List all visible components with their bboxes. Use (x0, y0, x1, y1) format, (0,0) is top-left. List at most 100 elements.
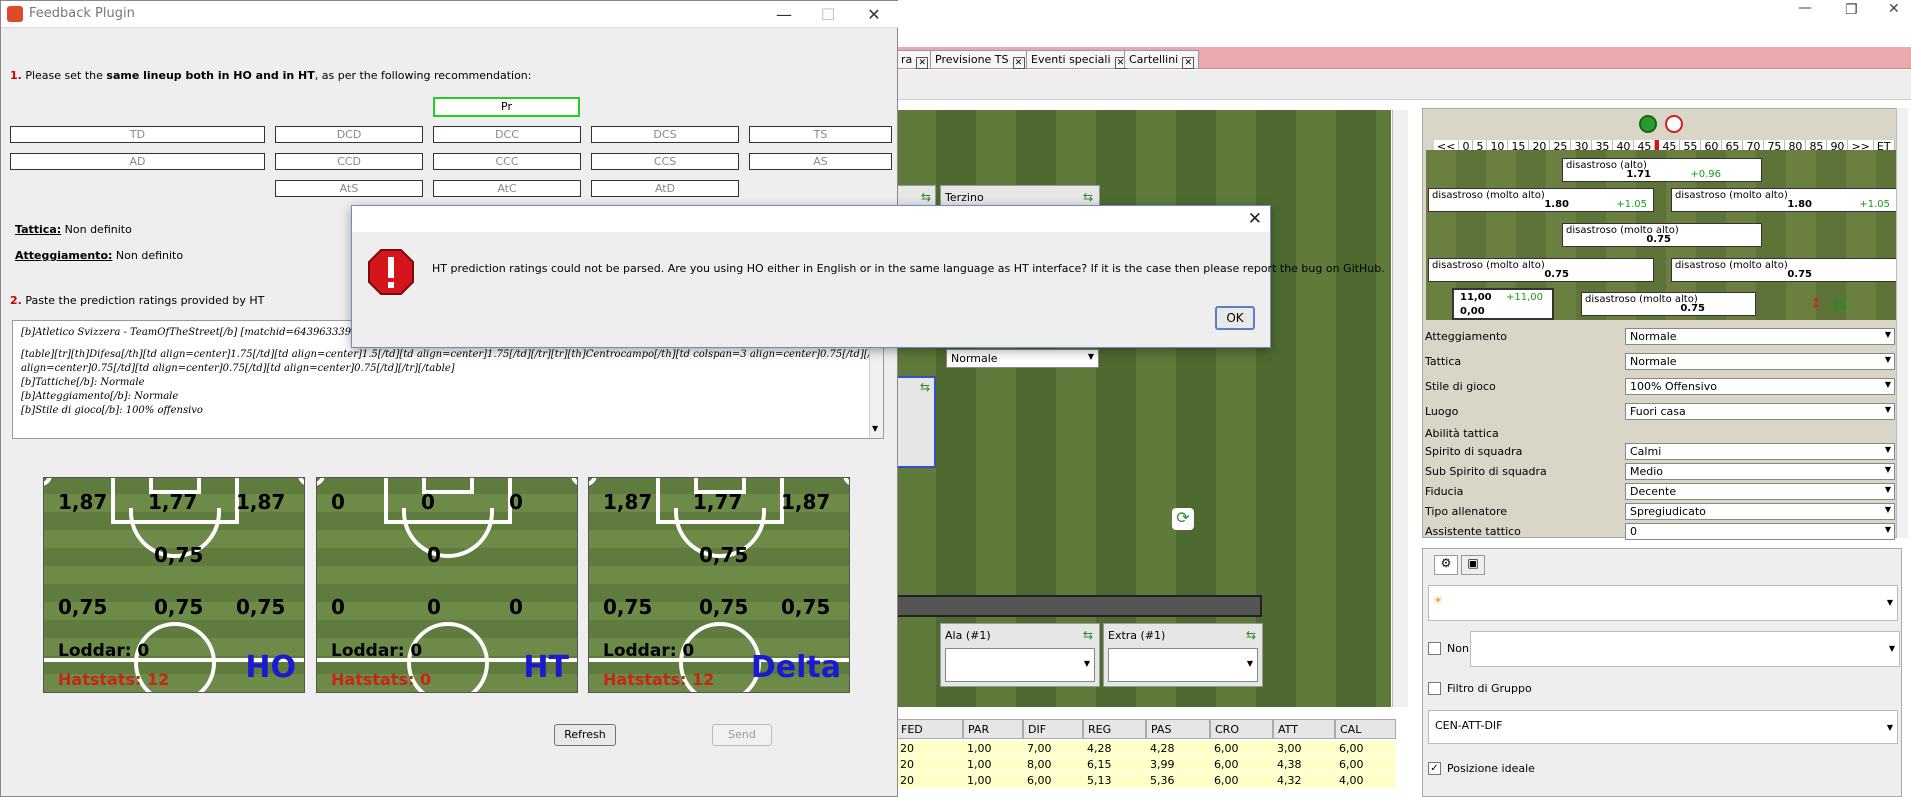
table-cell[interactable]: 4,00 (1335, 773, 1396, 788)
main-window-controls: — ❐ ✕ (1790, 0, 1910, 22)
player-slot-ala[interactable]: Ala (#1) ⇆ ▼ (940, 623, 1100, 687)
scroll-down-icon[interactable]: ▼ (872, 422, 878, 436)
text-line: [table][tr][th]Difesa[/th][td align=cent… (21, 349, 875, 360)
table-cell[interactable]: 6,15 (1083, 757, 1146, 772)
close-icon[interactable]: ✕ (859, 5, 889, 24)
pitch-label: HO (245, 650, 296, 685)
player-select[interactable]: ▼ (1108, 648, 1258, 682)
table-cell[interactable]: 1,00 (963, 757, 1023, 772)
save-icon[interactable]: ▣ (1461, 555, 1485, 575)
minimize-icon[interactable]: — (1798, 0, 1812, 16)
close-tab-icon[interactable]: ✕ (916, 57, 929, 69)
table-cell[interactable]: 4,28 (1146, 741, 1210, 756)
atteggiamento-select[interactable]: Normale ▼ (946, 349, 1099, 368)
table-cell[interactable]: 20 (896, 773, 963, 788)
form-select[interactable]: Fuori casa (1625, 403, 1895, 420)
form-select[interactable]: 0 (1625, 523, 1895, 540)
table-cell[interactable]: 1,00 (963, 741, 1023, 756)
form-select[interactable]: Decente (1625, 483, 1895, 500)
form-select[interactable]: Spregiudicato (1625, 503, 1895, 520)
table-icon[interactable]: ▦ (1833, 296, 1846, 312)
form-select[interactable]: Normale (1625, 328, 1895, 345)
table-cell[interactable]: 20 (896, 741, 963, 756)
substitution-icon[interactable]: ⟳ (1172, 508, 1194, 530)
swap-icon[interactable]: ⇆ (1083, 190, 1093, 204)
minimize-icon[interactable]: — (769, 5, 799, 24)
col-header[interactable]: DIF (1023, 719, 1083, 739)
table-cell[interactable]: 6,00 (1210, 741, 1273, 756)
swap-icon[interactable]: ⇆ (1083, 628, 1093, 642)
step2-label: Paste the prediction ratings provided by… (25, 294, 265, 307)
tab-previsione-ts[interactable]: Previsione TS ✕ (930, 50, 1030, 69)
table-cell[interactable]: 4,28 (1083, 741, 1146, 756)
table-cell[interactable]: 5,13 (1083, 773, 1146, 788)
table-cell[interactable]: 6,00 (1023, 773, 1083, 788)
swap-icon[interactable]: ⇆ (1246, 628, 1256, 642)
form-select[interactable]: Normale (1625, 353, 1895, 370)
table-cell[interactable]: 5,36 (1146, 773, 1210, 788)
close-icon[interactable]: ✕ (1888, 1, 1900, 17)
send-button[interactable]: Send (712, 724, 772, 746)
col-header[interactable]: PAR (963, 719, 1023, 739)
table-cell[interactable]: 4,32 (1273, 773, 1335, 788)
col-header[interactable]: CRO (1210, 719, 1273, 739)
rating-delta: +0.96 (1690, 169, 1721, 180)
ratings-scrollbar[interactable] (1896, 108, 1908, 538)
form-select[interactable]: Medio (1625, 463, 1895, 480)
text-line: [b]Stile di gioco[/b]: 100% offensivo (21, 405, 203, 416)
rating-pitch: 0 0 0 0 0 0 0 Loddar: 0 Hatstats: 0 HT (316, 477, 578, 693)
table-cell[interactable]: 1,00 (963, 773, 1023, 788)
non-checkbox[interactable] (1428, 642, 1441, 655)
table-cell[interactable]: 6,00 (1210, 757, 1273, 772)
swap-icon[interactable]: ⇆ (921, 190, 931, 204)
col-header[interactable]: FED (896, 719, 963, 739)
col-header[interactable]: ATT (1273, 719, 1335, 739)
pitch-rating-value: 0 (427, 543, 441, 567)
player-slot-left-select[interactable]: ⇆ (896, 376, 936, 468)
player-select[interactable]: ▼ (945, 648, 1095, 682)
player-slot-extra[interactable]: Extra (#1) ⇆ ▼ (1103, 623, 1263, 687)
close-tab-icon[interactable]: ✕ (1012, 57, 1025, 69)
swap-icon[interactable]: ⇆ (920, 380, 930, 394)
close-tab-icon[interactable]: ✕ (1182, 57, 1195, 69)
formation-select[interactable]: CEN-ATT-DIF ▼ (1428, 710, 1898, 744)
form-select[interactable]: Calmi (1625, 443, 1895, 460)
non-select[interactable]: ▼ (1470, 631, 1900, 667)
ideal-position-checkbox[interactable]: ✓ (1428, 762, 1441, 775)
maximize-icon[interactable]: ☐ (813, 5, 843, 24)
table-cell[interactable]: 8,00 (1023, 757, 1083, 772)
toolbar-strip (896, 70, 1911, 100)
col-header[interactable]: REG (1083, 719, 1146, 739)
pitch-rating-value: 0,75 (699, 543, 749, 567)
clock-icon[interactable] (1639, 115, 1657, 133)
table-cell[interactable]: 4,38 (1273, 757, 1335, 772)
pitch-scrollbar[interactable] (1392, 110, 1408, 707)
pitch-line-corner-l (317, 478, 325, 486)
clock-icon[interactable] (1665, 115, 1683, 133)
table-cell[interactable]: 6,00 (1335, 757, 1396, 772)
table-cell[interactable]: 7,00 (1023, 741, 1083, 756)
col-header[interactable]: CAL (1335, 719, 1396, 739)
close-icon[interactable]: ✕ (1248, 209, 1262, 229)
tab-eventi-speciali[interactable]: Eventi speciali ✕ (1026, 50, 1132, 69)
panel-tab-icon[interactable]: ⚙ (1434, 555, 1458, 575)
refresh-button[interactable]: Refresh (554, 724, 616, 746)
table-cell[interactable]: 6,00 (1210, 773, 1273, 788)
dialog-titlebar: ✕ (352, 206, 1270, 232)
table-cell[interactable]: 3,99 (1146, 757, 1210, 772)
table-cell[interactable]: 3,00 (1273, 741, 1335, 756)
table-cell[interactable]: 20 (896, 757, 963, 772)
group-filter-checkbox[interactable] (1428, 682, 1441, 695)
text-line: [b]Atteggiamento[/b]: Normale (21, 391, 179, 402)
tab-ra[interactable]: ra ✕ (896, 50, 934, 69)
table-cell[interactable]: 6,00 (1335, 741, 1396, 756)
restore-icon[interactable]: ❐ (1845, 2, 1858, 18)
weather-select[interactable]: ☀ ▼ (1428, 585, 1898, 621)
tab-cartellini[interactable]: Cartellini ✕ (1124, 50, 1200, 69)
rating-box: disastroso (molto alto) 0.75 (1581, 292, 1756, 316)
col-header[interactable]: PAS (1146, 719, 1210, 739)
form-select[interactable]: 100% Offensivo (1625, 378, 1895, 395)
ok-button[interactable]: OK (1215, 306, 1255, 330)
form-label: Spirito di squadra (1425, 445, 1523, 458)
arrows-icon[interactable]: ↕ (1810, 296, 1822, 312)
